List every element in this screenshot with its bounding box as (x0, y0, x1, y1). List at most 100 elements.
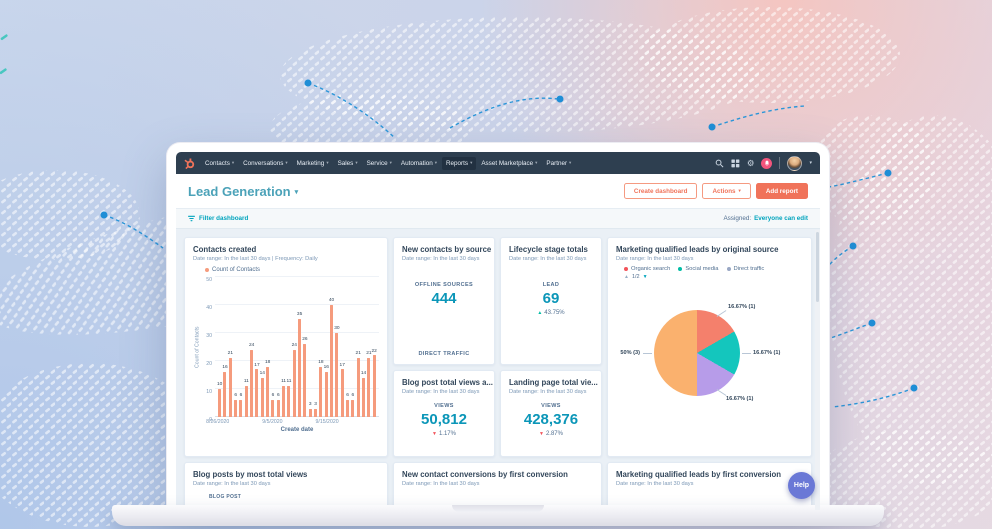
bar (218, 389, 221, 417)
column-b: New contacts by source Date range: In th… (393, 237, 495, 457)
bar-value-label: 18 (318, 361, 323, 366)
report-title[interactable]: Blog post total views a... (402, 378, 486, 387)
chevron-down-icon: ▾ (355, 160, 357, 166)
pie-leader-line (717, 389, 727, 396)
bar (250, 350, 253, 417)
search-icon[interactable] (715, 159, 724, 168)
metric-label: LEAD (543, 282, 560, 288)
bar (309, 409, 312, 417)
legend-item-direct-traffic[interactable]: Direct traffic (727, 266, 765, 272)
column-c: Lifecycle stage totals Date range: In th… (500, 237, 602, 457)
scrollbar[interactable] (815, 230, 820, 510)
bar (271, 400, 274, 417)
user-caret-down-icon[interactable]: ▾ (809, 160, 812, 166)
report-meta: Date range: In the last 30 days (402, 256, 486, 262)
avatar[interactable] (787, 156, 802, 171)
bar-value-label: 3 (314, 403, 317, 408)
title-caret-down-icon: ▾ (295, 186, 299, 196)
add-report-button[interactable]: Add report (756, 183, 808, 199)
report-title[interactable]: New contacts by source (402, 245, 486, 254)
report-meta: Date range: In the last 30 days (402, 481, 593, 487)
metric-delta: ▼ 1.17% (432, 431, 456, 437)
report-title[interactable]: Landing page total vie... (509, 378, 593, 387)
report-title[interactable]: Blog posts by most total views (193, 470, 379, 479)
bar (234, 400, 237, 417)
bar (239, 400, 242, 417)
report-title[interactable]: Lifecycle stage totals (509, 245, 593, 254)
pie-leader-line (643, 353, 652, 354)
pie-slice-label: 16.67% (1) (753, 350, 780, 356)
bar (266, 367, 269, 417)
legend-item-social-media[interactable]: Social media (678, 266, 718, 272)
bar-value-label: 21 (228, 352, 233, 357)
header-buttons: Create dashboard Actions▾ Add report (624, 183, 808, 199)
pie-slice-label: 16.67% (1) (726, 396, 753, 402)
pie-legend: Organic search Social media Direct traffic (624, 266, 803, 272)
filter-icon (188, 215, 195, 222)
report-title[interactable]: Marketing qualified leads by original so… (616, 245, 803, 254)
y-tick-label: 30 (206, 333, 212, 339)
chevron-down-icon: ▾ (470, 160, 472, 166)
report-meta: Date range: In the last 30 days | Freque… (193, 256, 379, 262)
nav-item-automation[interactable]: Automation▾ (397, 157, 441, 170)
nav-item-asset-marketplace[interactable]: Asset Marketplace▾ (477, 157, 541, 170)
laptop-base (112, 505, 884, 526)
bar-value-label: 6 (240, 394, 243, 399)
chevron-down-icon: ▾ (326, 160, 328, 166)
help-button[interactable]: Help (788, 472, 815, 499)
bar (367, 358, 370, 417)
report-title[interactable]: New contact conversions by first convers… (402, 470, 593, 479)
panel-new-contacts-by-source: New contacts by source Date range: In th… (393, 237, 495, 365)
report-title[interactable]: Contacts created (193, 245, 379, 254)
x-tick-label: 8/26/2020 (206, 419, 229, 425)
bar-value-label: 17 (254, 364, 259, 369)
chevron-down-icon: ▾ (569, 160, 571, 166)
bar-value-label: 35 (297, 313, 302, 318)
nav-item-reports[interactable]: Reports▾ (442, 157, 476, 170)
nav-item-partner[interactable]: Partner▾ (542, 157, 575, 170)
bar (287, 386, 290, 417)
report-title[interactable]: Marketing qualified leads by first conve… (616, 470, 803, 479)
bar (229, 358, 232, 417)
nav-item-sales[interactable]: Sales▾ (334, 157, 362, 170)
actions-button[interactable]: Actions▾ (702, 183, 750, 199)
bar (223, 372, 226, 417)
bar (293, 350, 296, 417)
marketplace-grid-icon[interactable] (731, 159, 740, 168)
bar (303, 344, 306, 417)
panel-mql-by-first-conversion: Marketing qualified leads by first conve… (607, 462, 812, 510)
y-tick-label: 50 (206, 277, 212, 283)
nav-item-contacts[interactable]: Contacts▾ (201, 157, 238, 170)
legend-item-organic-search[interactable]: Organic search (624, 266, 670, 272)
bar-value-label: 6 (352, 394, 355, 399)
panel-landing-page-total-views: Landing page total vie... Date range: In… (500, 370, 602, 457)
scrollbar-thumb[interactable] (816, 232, 819, 302)
create-dashboard-button[interactable]: Create dashboard (624, 183, 698, 199)
bar (335, 333, 338, 417)
assigned-value-link[interactable]: Everyone can edit (754, 215, 808, 222)
x-axis: 8/26/20209/5/20209/15/2020 (215, 417, 379, 425)
bar-chart-bars: 1016216611241714186611112435263318164030… (217, 277, 377, 417)
filter-dashboard-link[interactable]: Filter dashboard (188, 215, 248, 222)
page-header: Lead Generation ▾ Create dashboard Actio… (176, 174, 820, 208)
triangle-down-icon: ▼ (432, 431, 437, 437)
assigned-label: Assigned: (723, 215, 751, 222)
bar (357, 358, 360, 417)
hubspot-logo-icon[interactable] (184, 158, 195, 169)
notifications-icon[interactable] (761, 158, 772, 169)
bar (298, 319, 301, 417)
assigned-area: Assigned: Everyone can edit (723, 215, 808, 222)
report-meta: Date range: In the last 30 days (402, 389, 486, 395)
bar-value-label: 6 (272, 394, 275, 399)
dashboard-title-dropdown[interactable]: Lead Generation ▾ (188, 184, 298, 199)
nav-item-service[interactable]: Service▾ (363, 157, 396, 170)
bar-value-label: 21 (356, 352, 361, 357)
nav-item-marketing[interactable]: Marketing▾ (293, 157, 333, 170)
filter-bar: Filter dashboard Assigned: Everyone can … (176, 208, 820, 229)
nav-right-icons: ⚙ ▾ (715, 156, 812, 171)
metric-label: VIEWS (434, 403, 454, 409)
bar-value-label: 17 (340, 364, 345, 369)
y-tick-label: 40 (206, 305, 212, 311)
nav-item-conversations[interactable]: Conversations▾ (239, 157, 292, 170)
settings-gear-icon[interactable]: ⚙ (747, 159, 755, 168)
